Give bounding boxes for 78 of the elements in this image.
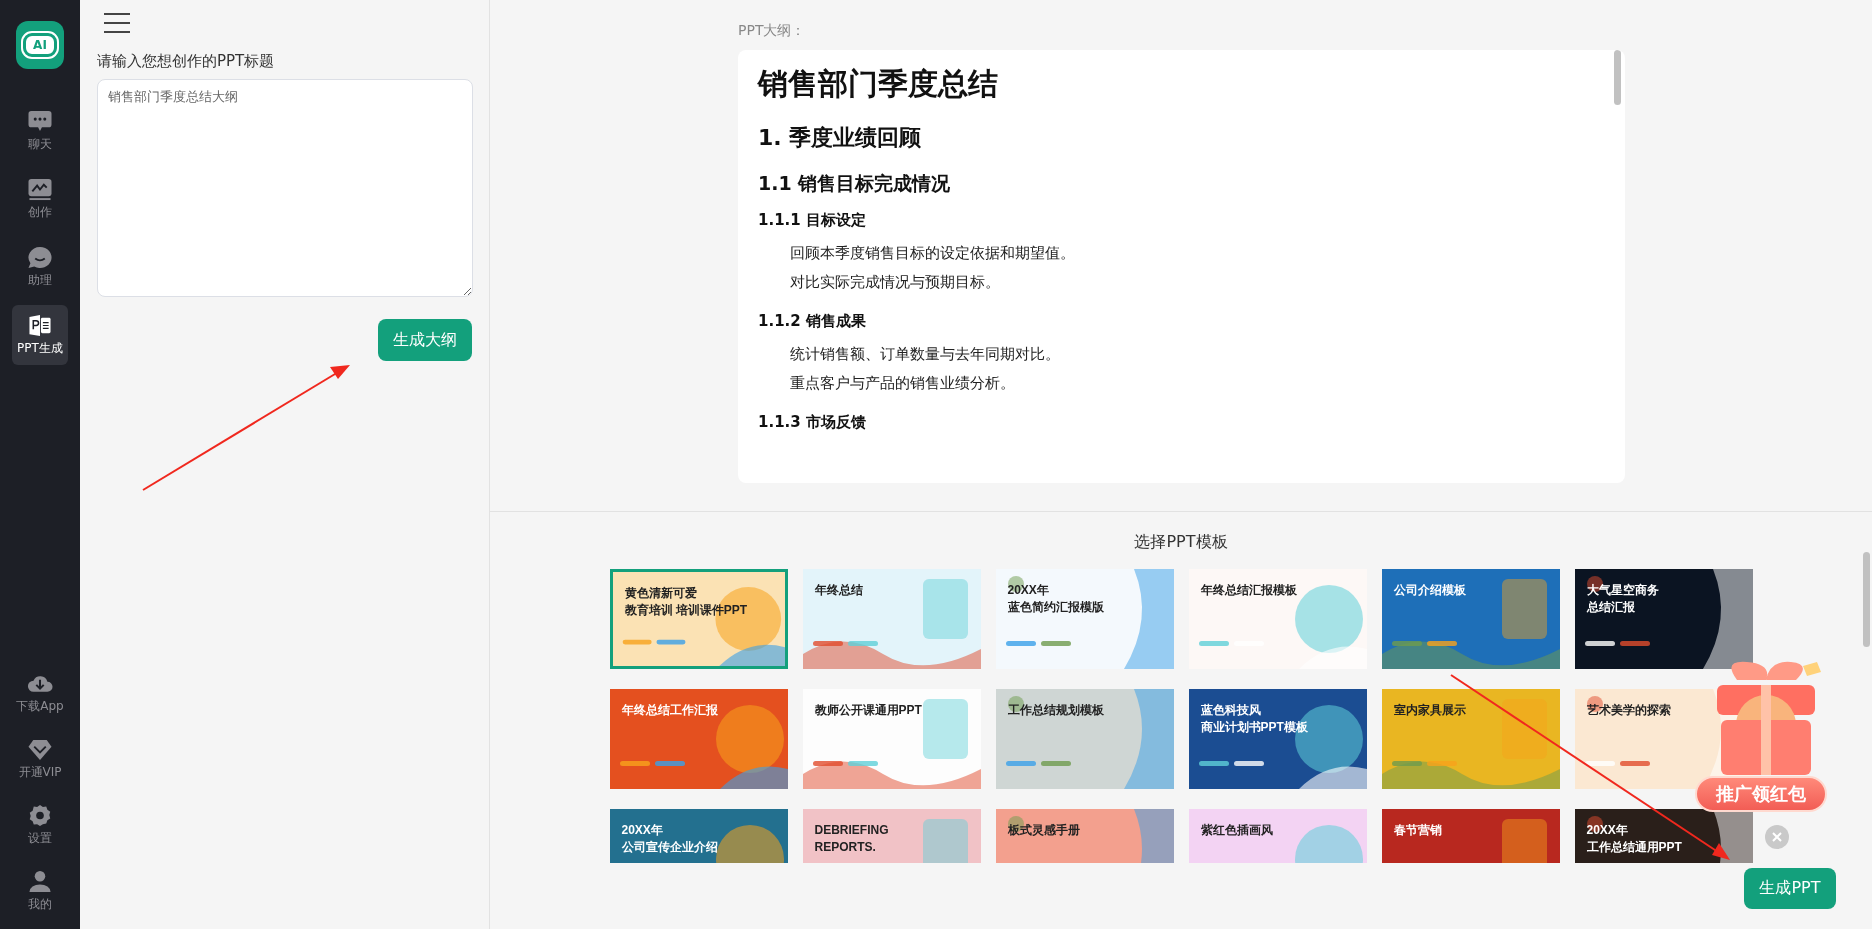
template-thumbnail[interactable]: 20XX年 蓝色简约汇报模版: [995, 569, 1174, 669]
sidebar-item[interactable]: 助理: [12, 237, 68, 297]
outline-heading: 1.1 销售目标完成情况: [758, 171, 952, 196]
slide-title: 蓝色简约汇报模版: [1007, 600, 1104, 615]
generate-outline-button[interactable]: 生成大纲: [378, 319, 472, 361]
slide-title: 年终总结工作汇报: [621, 703, 718, 718]
outline-text: 回顾本季度销售目标的设定依据和期望值。: [790, 244, 1076, 263]
template-thumbnail[interactable]: DEBRIEFING REPORTS.: [802, 809, 981, 863]
outline-text: 统计销售额、订单数量与去年同期对比。: [790, 345, 1061, 364]
template-thumbnail[interactable]: 大气星空商务 总结汇报: [1574, 569, 1753, 669]
template-thumbnail[interactable]: 年终总结: [802, 569, 981, 669]
template-thumbnail[interactable]: 20XX年 公司宣传企业介绍: [609, 809, 788, 863]
slide-title: 20XX年: [621, 823, 663, 838]
sidebar-item[interactable]: 聊天: [12, 101, 68, 161]
slide-title: 艺术美学的探索: [1586, 703, 1671, 718]
title-input-field[interactable]: 销售部门季度总结大纲: [97, 79, 473, 297]
sidebar-item[interactable]: 开通VIP: [12, 729, 68, 789]
template-thumbnail[interactable]: 公司介绍模板: [1381, 569, 1560, 669]
template-thumbnail[interactable]: 年终总结汇报模板: [1188, 569, 1367, 669]
app-logo[interactable]: AI: [16, 21, 64, 69]
slide-title: 蓝色科技风: [1200, 703, 1261, 718]
section-title: 选择PPT模板: [1134, 532, 1228, 553]
outline-heading: 1.1.3 市场反馈: [758, 413, 867, 432]
slide-title: 公司宣传企业介绍: [621, 840, 718, 855]
slide-title: 黄色清新可爱: [624, 586, 697, 601]
outline-heading: 1.1.1 目标设定: [758, 211, 867, 230]
diamond-icon: [27, 737, 53, 761]
outline-heading: 1. 季度业绩回顾: [758, 124, 923, 152]
scrollbar-thumb[interactable]: [1863, 552, 1870, 647]
slide-title: 室内家具展示: [1393, 703, 1466, 718]
sidebar-item[interactable]: 我的: [12, 861, 68, 921]
settings-icon: [27, 803, 53, 827]
chat-bubble-icon: [27, 109, 53, 133]
slide-title: 教育培训 培训课件PPT: [624, 603, 748, 618]
slide-title: 板式灵感手册: [1007, 823, 1080, 838]
close-icon[interactable]: [1765, 825, 1789, 849]
slide-title: 年终总结汇报模板: [1200, 583, 1297, 598]
outline-text: 重点客户与产品的销售业绩分析。: [790, 374, 1016, 393]
prompt-label: 请输入您想创作的PPT标题: [97, 52, 276, 71]
template-thumbnail[interactable]: 年终总结工作汇报: [609, 689, 788, 789]
template-thumbnail[interactable]: 室内家具展示: [1381, 689, 1560, 789]
slide-title: 大气星空商务: [1586, 583, 1659, 598]
slide-title: 年终总结: [814, 583, 863, 598]
slide-title: 20XX年: [1586, 823, 1628, 838]
slide-title: 商业计划书PPT模板: [1200, 720, 1308, 735]
template-thumbnail[interactable]: 黄色清新可爱 教育培训 培训课件PPT: [609, 569, 788, 669]
outline-text: 对比实际完成情况与预期目标。: [790, 273, 1001, 292]
outline-heading: 销售部门季度总结: [758, 65, 999, 103]
sidebar-item[interactable]: PPT生成: [12, 305, 68, 365]
slide-title: 20XX年: [1007, 583, 1049, 598]
slide-title: 紫红色插画风: [1200, 823, 1273, 838]
template-thumbnail[interactable]: 紫红色插画风: [1188, 809, 1367, 863]
slide-title: 工作总结规划模板: [1007, 703, 1104, 718]
template-thumbnail[interactable]: 蓝色科技风 商业计划书PPT模板: [1188, 689, 1367, 789]
slide-title: DEBRIEFING: [814, 823, 889, 838]
template-thumbnail[interactable]: 工作总结规划模板: [995, 689, 1174, 789]
slide-title: 春节营销: [1393, 823, 1442, 838]
template-thumbnail[interactable]: 20XX年 工作总结通用PPT: [1574, 809, 1753, 863]
template-thumbnail[interactable]: 春节营销: [1381, 809, 1560, 863]
sidebar-item[interactable]: 创作: [12, 169, 68, 229]
slide-title: REPORTS.: [814, 840, 876, 855]
outline-heading: 1.1.2 销售成果: [758, 312, 867, 331]
template-thumbnail[interactable]: 板式灵感手册: [995, 809, 1174, 863]
sidebar-item[interactable]: 下载App: [12, 663, 68, 723]
user-icon: [27, 869, 53, 893]
slide-title: 公司介绍模板: [1393, 583, 1466, 598]
slide-title: 工作总结通用PPT: [1586, 840, 1682, 855]
slide-title: 教师公开课通用PPT: [814, 703, 922, 718]
sidebar-item[interactable]: 设置: [12, 795, 68, 855]
scrollbar-thumb[interactable]: [1614, 50, 1621, 105]
chart-icon: [27, 177, 53, 201]
smile-bubble-icon: [27, 245, 53, 269]
outline-label: PPT大纲：: [738, 22, 807, 40]
generate-ppt-button[interactable]: 生成PPT: [1744, 868, 1836, 909]
slide-title: 总结汇报: [1586, 600, 1635, 615]
menu-icon[interactable]: [103, 12, 131, 34]
template-thumbnail[interactable]: 教师公开课通用PPT: [802, 689, 981, 789]
document-icon: [27, 313, 53, 337]
